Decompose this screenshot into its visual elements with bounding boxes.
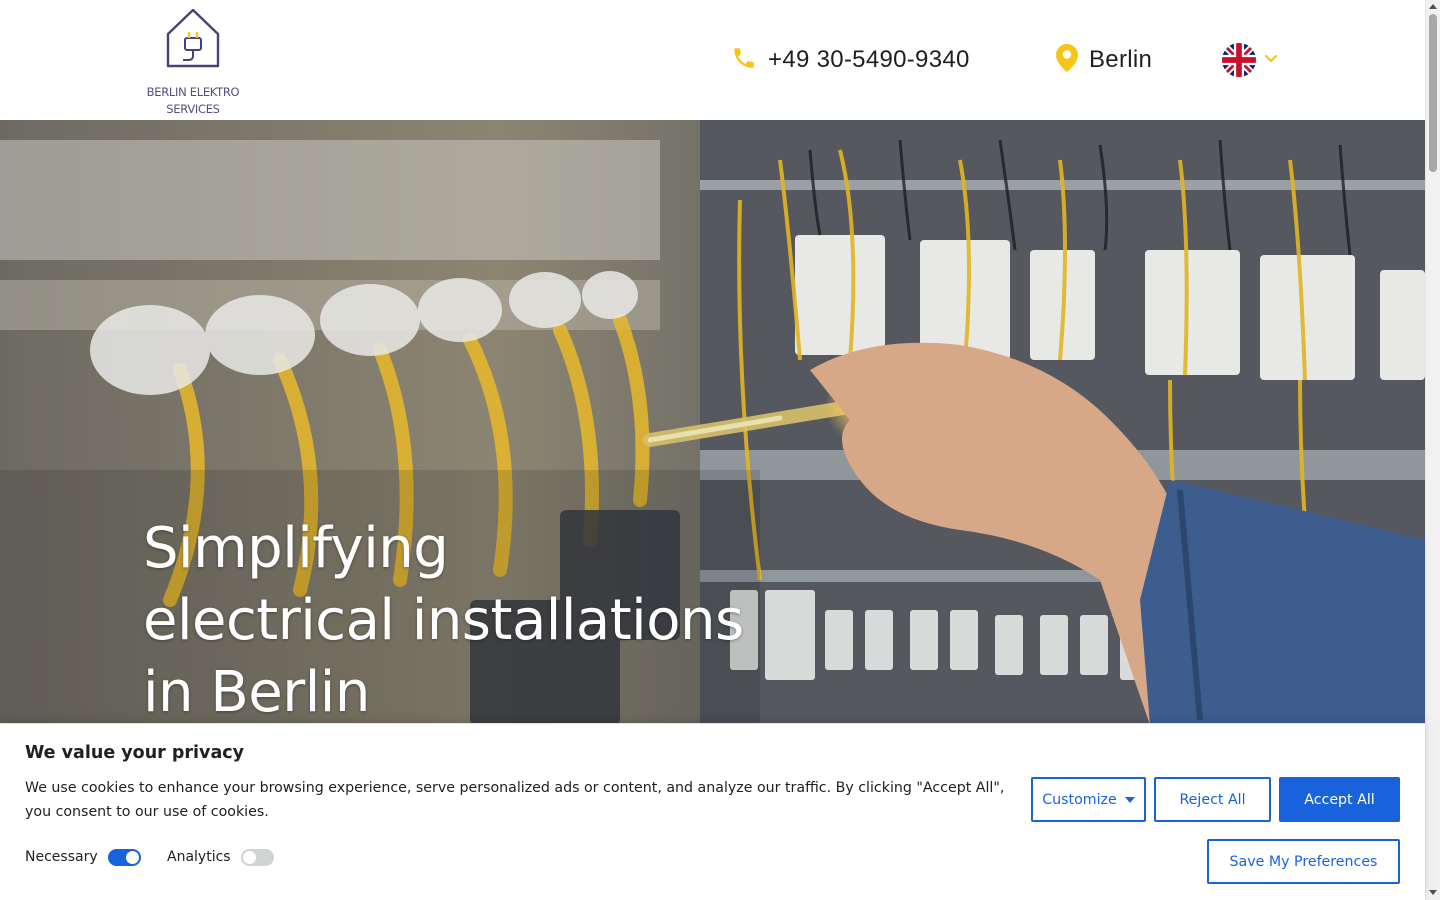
logo-line1: BERLIN ELEKTRO bbox=[146, 85, 240, 99]
customize-button[interactable]: Customize bbox=[1031, 777, 1146, 822]
toggle-label: Necessary bbox=[25, 849, 98, 865]
phone-link[interactable]: +49 30-5490-9340 bbox=[731, 40, 970, 80]
toggle-label: Analytics bbox=[167, 849, 231, 865]
cookie-title: We value your privacy bbox=[25, 743, 245, 763]
hero-title-line: in Berlin bbox=[143, 660, 370, 725]
analytics-switch[interactable] bbox=[240, 848, 274, 866]
language-selector[interactable] bbox=[1222, 42, 1278, 78]
scroll-down-icon[interactable] bbox=[1429, 890, 1437, 895]
caret-down-icon bbox=[1124, 796, 1135, 803]
switch-knob bbox=[125, 850, 139, 864]
scroll-thumb[interactable] bbox=[1429, 14, 1437, 172]
necessary-switch[interactable] bbox=[107, 848, 141, 866]
chevron-down-icon[interactable] bbox=[1264, 51, 1278, 69]
house-plug-icon bbox=[166, 8, 220, 68]
logo-text: BERLIN ELEKTRO SERVICES bbox=[143, 84, 243, 118]
hero-title-line: electrical installations bbox=[143, 588, 744, 653]
accept-label: Accept All bbox=[1304, 791, 1375, 808]
scroll-up-icon[interactable] bbox=[1429, 4, 1437, 9]
site-header: BERLIN ELEKTRO SERVICES +49 30-5490-9340… bbox=[0, 0, 1425, 120]
accept-all-button[interactable]: Accept All bbox=[1279, 777, 1400, 822]
page-scrollbar[interactable] bbox=[1425, 0, 1440, 900]
switch-knob bbox=[242, 850, 256, 864]
phone-number: +49 30-5490-9340 bbox=[768, 46, 970, 73]
location-link[interactable]: Berlin bbox=[1056, 40, 1152, 80]
cookie-banner: We value your privacy We use cookies to … bbox=[0, 723, 1425, 900]
save-preferences-button[interactable]: Save My Preferences bbox=[1207, 839, 1400, 884]
reject-all-button[interactable]: Reject All bbox=[1154, 777, 1271, 822]
logo-line2: SERVICES bbox=[166, 102, 220, 116]
hero-section: Simplifying electrical installations in … bbox=[0, 120, 1425, 725]
customize-label: Customize bbox=[1042, 791, 1117, 808]
cookie-description: We use cookies to enhance your browsing … bbox=[25, 780, 1005, 820]
map-pin-icon bbox=[1056, 43, 1078, 77]
save-label: Save My Preferences bbox=[1229, 853, 1378, 870]
toggle-necessary: Necessary bbox=[25, 845, 141, 869]
hero-title-line: Simplifying bbox=[143, 516, 449, 581]
uk-flag-icon bbox=[1222, 43, 1256, 77]
reject-label: Reject All bbox=[1179, 791, 1246, 808]
logo[interactable]: BERLIN ELEKTRO SERVICES bbox=[143, 8, 243, 116]
hero-title: Simplifying electrical installations in … bbox=[143, 513, 843, 725]
toggle-analytics: Analytics bbox=[167, 845, 274, 869]
location-text: Berlin bbox=[1089, 46, 1153, 73]
phone-icon bbox=[731, 45, 757, 76]
